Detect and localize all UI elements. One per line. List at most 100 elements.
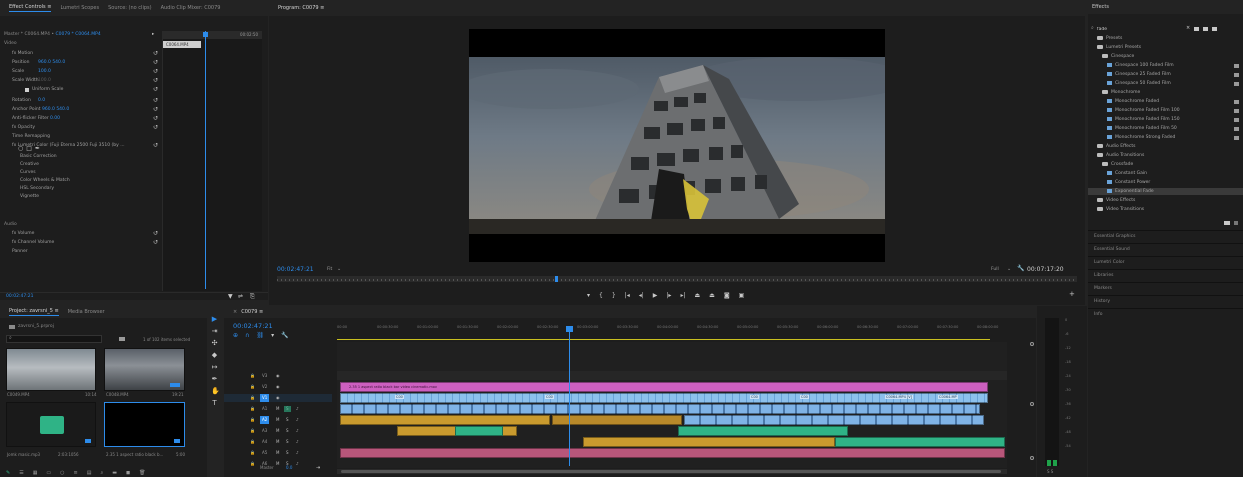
new-bin-from-search-icon[interactable] [119,337,125,341]
program-timecode[interactable]: 00:02:47:21 [277,266,314,273]
expand-timeline-icon[interactable]: ▸ [152,31,154,39]
effect-row-value[interactable]: 960.0 540.0 [38,59,65,67]
effect-row[interactable]: Basic Correction [4,153,158,161]
list-view-icon[interactable]: ☰ [19,470,23,476]
track-lock-icon[interactable]: 🔒 [250,383,255,391]
resolution-chevron-icon[interactable]: ⌄ [1007,266,1011,272]
timeline-playhead[interactable] [569,326,570,466]
go-to-in-icon[interactable]: |◂ [625,292,630,299]
toggle-output-eye-icon[interactable]: ◉ [276,372,280,380]
fit-chevron-icon[interactable]: ⌄ [337,266,341,272]
effect-controls-timecode[interactable]: 00:02:47:21 [6,294,33,299]
reset-parameter-icon[interactable]: ↺ [153,77,158,85]
master-clip-label[interactable]: Master * C0064.MP4 [4,32,50,37]
track-name[interactable]: V3 [260,372,269,380]
reset-parameter-icon[interactable]: ↺ [153,142,158,150]
panel-section-5[interactable]: History [1088,295,1243,307]
timeline-close-icon[interactable]: × [233,309,237,315]
effect-row-value[interactable]: 0.00 [50,115,60,123]
effect-row[interactable]: Scale Width 100.0 ↺ [4,77,158,85]
track-name[interactable]: A2 [260,416,270,424]
track-name[interactable]: V2 [260,383,269,391]
tab-media-browser[interactable]: Media Browser [68,309,105,315]
master-track-volume[interactable]: 0.0 [286,464,292,472]
panel-section-3[interactable]: Libraries [1088,269,1243,281]
tab-sequence[interactable]: C0079 ≡ [241,309,263,316]
effect-row-value[interactable]: 960.0 540.0 [42,106,69,114]
master-track-header[interactable]: Master 0.0 ⇥ [224,464,332,472]
reset-parameter-icon[interactable]: ↺ [153,230,158,238]
panel-section-6[interactable]: Info [1088,308,1243,320]
v1-clip-label[interactable]: C00 [750,395,759,399]
effects-tree-item[interactable]: Monochrome Faded Film 100 [1088,107,1243,114]
panel-section-4[interactable]: Markers [1088,282,1243,294]
effect-row[interactable]: fx Motion ↺ [4,50,158,58]
v1-clip-label[interactable]: C0064.MP [938,395,958,399]
zoom-slider[interactable]: ○ [60,470,64,476]
tab-project[interactable]: Project: zavrsni_5 ≡ [9,308,59,316]
accelerated-effects-icon[interactable] [1194,27,1199,31]
effect-row[interactable]: Scale 100.0 ↺ [4,68,158,76]
mark-in-icon[interactable]: { [599,292,603,299]
effect-row[interactable]: Time Remapping [4,133,158,141]
new-bin-button-icon[interactable]: ▬ [112,470,117,476]
track-lock-icon[interactable]: 🔒 [250,405,255,413]
a4-green-clip[interactable] [835,437,1005,447]
track-lock-icon[interactable]: 🔒 [250,416,255,424]
mark-out-icon[interactable]: } [612,292,616,299]
effect-row[interactable]: HSL Secondary [4,185,158,193]
icon-view-icon[interactable]: ▦ [33,470,38,476]
track-name[interactable]: A5 [260,449,269,457]
voiceover-mic-icon[interactable]: ♪ [296,449,299,457]
v1-clip-label[interactable]: C0064.MP4 [V] [885,395,914,399]
go-to-end-icon[interactable]: ⇥ [316,464,320,472]
ripple-edit-tool-icon[interactable]: ✣ [211,340,218,347]
solo-icon[interactable]: S [286,427,289,435]
track-lock-icon[interactable]: 🔒 [250,438,255,446]
audio-effect-row[interactable]: Panner [4,248,158,256]
project-search-box[interactable]: ⌕ [6,335,102,343]
tracks-area[interactable]: 2.35 1 aspect ratio black bar video cine… [337,326,1007,468]
effect-row[interactable]: Color Wheels & Match [4,177,158,185]
solo-icon[interactable]: S [286,416,289,424]
rect-mask-icon[interactable]: □ [26,145,32,152]
reset-parameter-icon[interactable]: ↺ [153,115,158,123]
add-marker-icon[interactable]: ▾ [587,292,590,299]
clear-search-icon[interactable]: × [1186,25,1190,31]
hand-tool-icon[interactable]: ✋ [211,388,220,395]
clear-icon[interactable]: 🗑 [139,470,145,476]
tab-effect-controls[interactable]: Effect Controls ≡ [9,4,52,12]
effects-tree-item[interactable]: Audio Transitions [1088,152,1243,159]
go-to-out-icon[interactable]: ▸| [680,292,685,299]
effect-row[interactable]: Position 960.0 540.0 ↺ [4,59,158,67]
effect-row[interactable]: fx Opacity ↺ [4,124,158,132]
effects-tree-item[interactable]: Constant Power [1088,179,1243,186]
tab-source[interactable]: Source: (no clips) [108,5,151,11]
track-header[interactable]: 🔒A1MS♪ [224,405,332,413]
effect-row[interactable]: Anti-flicker Filter 0.00 ↺ [4,115,158,123]
export-frame-icon[interactable]: ◙ [724,292,730,299]
v1-clip-label[interactable]: C00 [395,395,404,399]
lift-icon[interactable]: ⏏ [694,292,700,299]
solo-icon[interactable]: S [286,449,289,457]
export-icon[interactable]: ⎘ [250,293,255,300]
track-header[interactable]: 🔒 A2 M S ♪ [224,416,332,424]
sort-icons-icon[interactable]: ≡ [74,470,78,476]
effects-tree-item[interactable]: Cinespace 100 Faded Film [1088,62,1243,69]
pink-clip[interactable]: 2.35 1 aspect ratio black bar video cine… [340,382,988,392]
effects-tree-item[interactable]: Constant Gain [1088,170,1243,177]
a3-green-clip[interactable] [455,426,503,436]
a2-audio-clip-b[interactable] [552,415,682,425]
mute-icon[interactable]: M [276,438,279,446]
track-name[interactable]: A1 [260,405,269,413]
find-icon[interactable]: ⌕ [100,470,103,476]
audio-effect-row[interactable]: fx Volume ↺ [4,230,158,238]
track-target-highlight[interactable] [284,406,291,412]
mute-icon[interactable]: M [276,449,279,457]
timeline-vscroll-left[interactable] [1030,342,1034,468]
track-lock-icon[interactable]: 🔒 [250,449,255,457]
settings-wrench-icon[interactable]: 🔧 [1017,265,1024,272]
effect-row[interactable]: Creative [4,161,158,169]
effect-row[interactable]: Rotation 0.0 ↺ [4,97,158,105]
meter-solo-labels[interactable]: S S [1047,469,1053,474]
